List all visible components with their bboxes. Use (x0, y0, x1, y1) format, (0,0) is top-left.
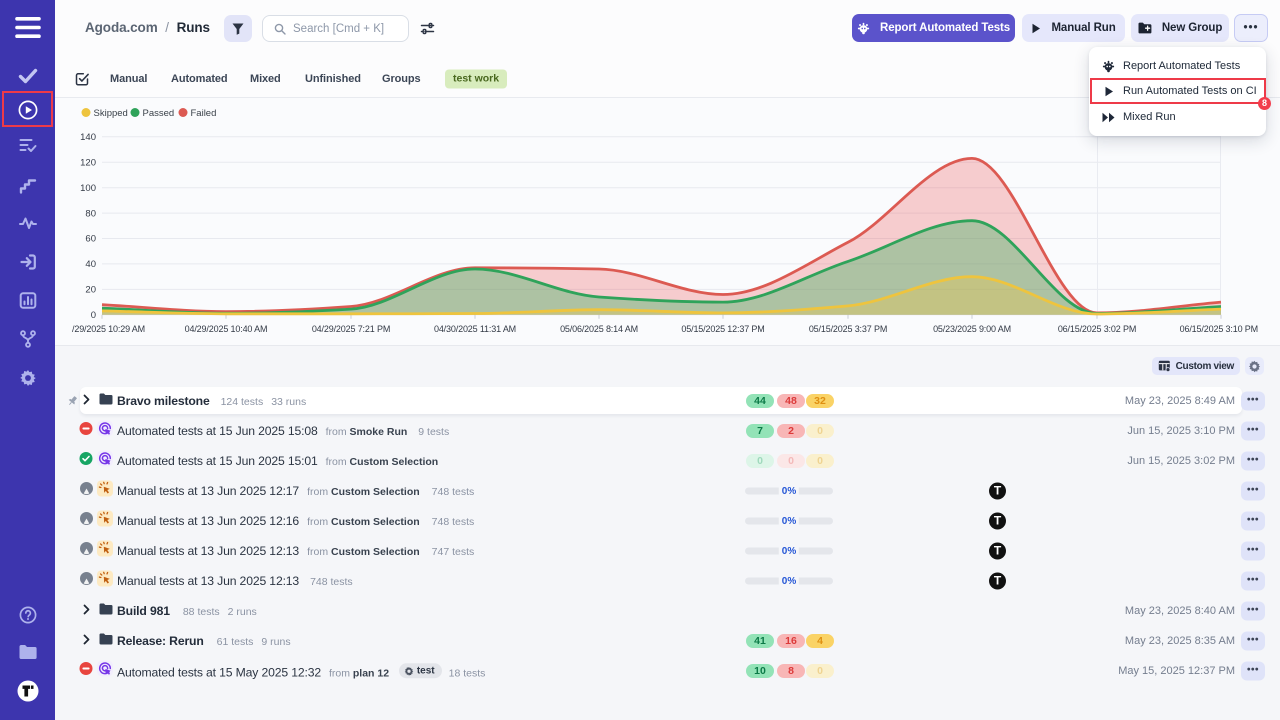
svg-text:40: 40 (85, 259, 96, 270)
svg-text:Passed: Passed (143, 108, 175, 119)
svg-text:/29/2025 10:29 AM: /29/2025 10:29 AM (72, 324, 145, 334)
svg-text:20: 20 (85, 285, 96, 296)
svg-text:60: 60 (85, 234, 96, 245)
svg-text:06/15/2025 3:02 PM: 06/15/2025 3:02 PM (1058, 324, 1136, 334)
svg-text:80: 80 (85, 208, 96, 219)
svg-text:05/23/2025 9:00 AM: 05/23/2025 9:00 AM (933, 324, 1011, 334)
svg-text:140: 140 (80, 132, 96, 143)
svg-text:04/29/2025 7:21 PM: 04/29/2025 7:21 PM (312, 324, 390, 334)
svg-text:04/30/2025 11:31 AM: 04/30/2025 11:31 AM (434, 324, 516, 334)
svg-text:05/15/2025 12:37 PM: 05/15/2025 12:37 PM (681, 324, 764, 334)
svg-text:0: 0 (91, 310, 96, 321)
svg-text:06/15/2025 3:10 PM: 06/15/2025 3:10 PM (1180, 324, 1258, 334)
svg-text:120: 120 (80, 157, 96, 168)
svg-text:05/06/2025 8:14 AM: 05/06/2025 8:14 AM (560, 324, 638, 334)
svg-text:Failed: Failed (191, 108, 217, 119)
svg-text:100: 100 (80, 183, 96, 194)
svg-text:Skipped: Skipped (94, 108, 128, 119)
svg-text:05/15/2025 3:37 PM: 05/15/2025 3:37 PM (809, 324, 887, 334)
svg-text:04/29/2025 10:40 AM: 04/29/2025 10:40 AM (185, 324, 268, 334)
